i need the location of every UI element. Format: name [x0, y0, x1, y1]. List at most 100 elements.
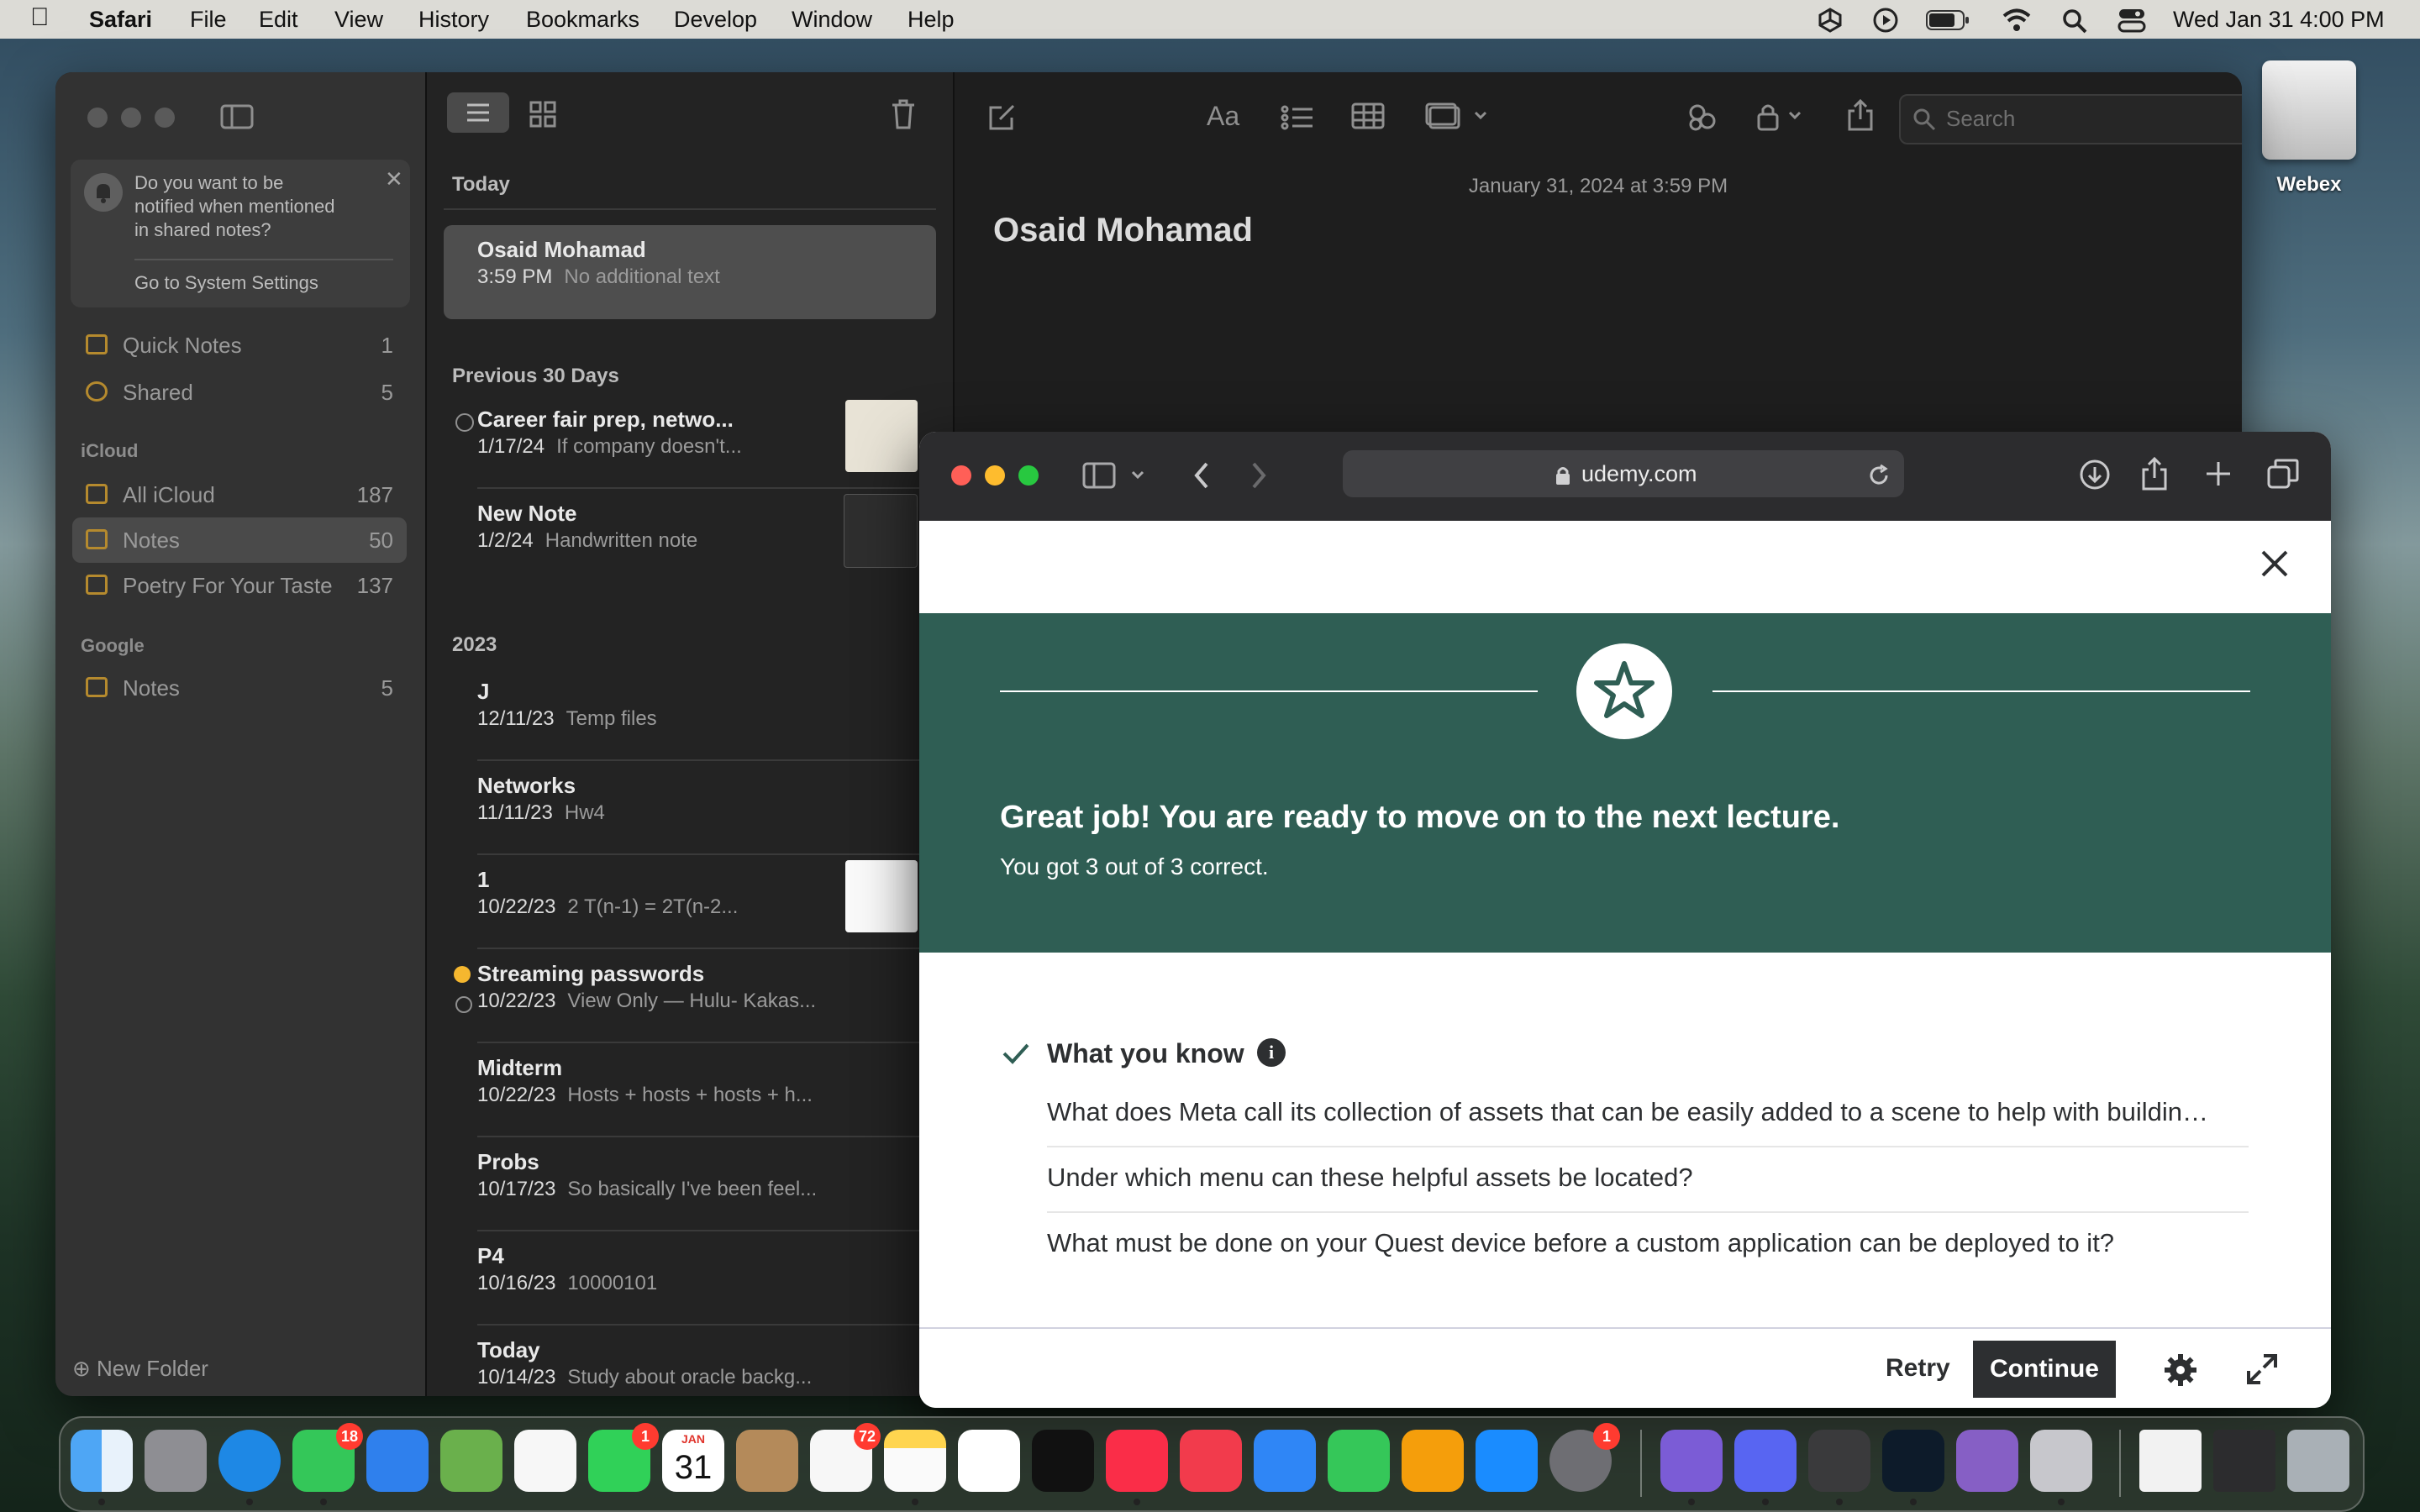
system-settings-icon[interactable]: 1	[1549, 1423, 1620, 1492]
webex-disk-label[interactable]: Webex	[2235, 173, 2383, 197]
gallery-view-icon[interactable]	[529, 101, 556, 128]
sidebar-item-notes-selected[interactable]: Notes 50	[72, 517, 407, 563]
lock-icon[interactable]	[1756, 101, 1807, 131]
note-item[interactable]: New Note 1/2/24 Handwritten note	[444, 489, 936, 583]
window-close-button[interactable]	[87, 108, 108, 128]
list-view-button[interactable]	[447, 92, 509, 133]
menu-file[interactable]: File	[190, 7, 227, 33]
question-row[interactable]: Under which menu can these helpful asset…	[1047, 1147, 2249, 1213]
music-icon[interactable]	[1106, 1430, 1168, 1492]
sidebar-item-google-notes[interactable]: Notes 5	[72, 665, 407, 711]
note-item[interactable]: Midterm 10/22/23 Hosts + hosts + hosts + …	[444, 1043, 936, 1137]
table-icon[interactable]	[1351, 102, 1385, 129]
note-item[interactable]: J 12/11/23 Temp files	[444, 667, 936, 761]
numbers-icon[interactable]	[1328, 1430, 1390, 1492]
disk-utility-icon[interactable]	[2030, 1430, 2092, 1492]
window-zoom-button[interactable]	[155, 108, 175, 128]
note-title[interactable]: Osaid Mohamad	[993, 212, 1253, 249]
note-item[interactable]: 1 10/22/23 2 T(n-1) = 2T(n-2...	[444, 855, 936, 949]
wifi-icon[interactable]	[2002, 7, 2032, 32]
safari-icon[interactable]	[218, 1430, 281, 1492]
new-folder-button[interactable]: ⊕ New Folder	[72, 1356, 208, 1382]
messages-icon[interactable]: 18	[292, 1423, 363, 1492]
keynote-icon[interactable]	[1254, 1430, 1316, 1492]
compose-icon[interactable]	[988, 102, 1017, 131]
menu-develop[interactable]: Develop	[674, 7, 757, 33]
github-desktop-icon[interactable]	[1660, 1430, 1723, 1492]
sidebar-item-shared[interactable]: Shared 5	[72, 370, 407, 415]
note-item-selected[interactable]: Osaid Mohamad 3:59 PM No additional text	[444, 225, 936, 319]
menu-edit[interactable]: Edit	[259, 7, 298, 33]
new-tab-icon[interactable]	[2205, 460, 2232, 487]
address-bar[interactable]: udemy.com	[1343, 450, 1904, 497]
unity-hub-icon[interactable]	[1808, 1430, 1870, 1492]
finder-icon[interactable]	[71, 1430, 133, 1492]
share-icon[interactable]	[1847, 99, 1874, 131]
calendar-icon[interactable]: JAN 31	[662, 1430, 724, 1492]
close-notification-icon[interactable]: ✕	[385, 166, 403, 192]
reminders-icon[interactable]: 72	[810, 1423, 881, 1492]
note-item[interactable]: Today 10/14/23 Study about oracle backg..…	[444, 1326, 936, 1396]
google-header[interactable]: Google	[81, 635, 145, 657]
maps-icon[interactable]	[440, 1430, 502, 1492]
facetime-icon[interactable]: 1	[588, 1423, 659, 1492]
menu-app-name[interactable]: Safari	[89, 7, 152, 33]
note-item[interactable]: Networks 11/11/23 Hw4	[444, 761, 936, 855]
note-item[interactable]: Probs 10/17/23 So basically I've been fee…	[444, 1137, 936, 1231]
close-icon[interactable]	[2260, 549, 2289, 578]
continue-button[interactable]: Continue	[1973, 1341, 2116, 1398]
discord-icon[interactable]	[1734, 1430, 1797, 1492]
window-zoom-button[interactable]	[1018, 465, 1039, 486]
trash-icon[interactable]	[891, 99, 916, 129]
sidebar-item-all-icloud[interactable]: All iCloud 187	[72, 472, 407, 517]
gear-icon[interactable]	[2163, 1352, 2198, 1388]
window-minimize-button[interactable]	[121, 108, 141, 128]
news-icon[interactable]	[1180, 1430, 1242, 1492]
expand-icon[interactable]	[2245, 1352, 2279, 1386]
forward-icon[interactable]	[1249, 460, 1269, 491]
tab-overview-icon[interactable]	[2267, 459, 2299, 489]
note-item[interactable]: P4 10/16/23 10000101	[444, 1231, 936, 1326]
sidebar-item-poetry[interactable]: Poetry For Your Taste 137	[72, 563, 407, 608]
go-to-system-settings-link[interactable]: Go to System Settings	[134, 272, 318, 294]
format-text-icon[interactable]: Aa	[1207, 101, 1239, 132]
webex-disk-icon[interactable]	[2262, 60, 2356, 160]
search-input[interactable]: Search	[1899, 94, 2242, 144]
checklist-icon[interactable]	[1281, 104, 1314, 131]
menu-bookmarks[interactable]: Bookmarks	[526, 7, 639, 33]
icloud-header[interactable]: iCloud	[81, 440, 138, 462]
sidebar-toggle-icon[interactable]	[1082, 462, 1150, 489]
collaborate-icon[interactable]	[1686, 101, 1719, 134]
downloads-icon[interactable]	[2079, 459, 2111, 491]
trash-icon[interactable]	[2287, 1430, 2349, 1492]
play-status-icon[interactable]	[1872, 7, 1899, 34]
sidebar-item-quick-notes[interactable]: Quick Notes 1	[72, 323, 407, 368]
menubar-clock[interactable]: Wed Jan 31 4:00 PM	[2173, 7, 2385, 33]
contacts-icon[interactable]	[736, 1430, 798, 1492]
back-icon[interactable]	[1192, 460, 1212, 491]
control-center-icon[interactable]	[2118, 7, 2146, 34]
apple-tv-icon[interactable]	[1032, 1430, 1094, 1492]
freeform-icon[interactable]	[958, 1430, 1020, 1492]
menu-window[interactable]: Window	[792, 7, 872, 33]
menu-view[interactable]: View	[334, 7, 383, 33]
window-minimize-button[interactable]	[985, 465, 1005, 486]
retry-button[interactable]: Retry	[1886, 1354, 1950, 1383]
reload-icon[interactable]	[1867, 464, 1891, 487]
webex-icon[interactable]	[1882, 1430, 1944, 1492]
pages-icon[interactable]	[1402, 1430, 1464, 1492]
visual-studio-icon[interactable]	[1956, 1430, 2018, 1492]
question-row[interactable]: What must be done on your Quest device b…	[1047, 1213, 2249, 1277]
battery-icon[interactable]	[1926, 10, 1970, 30]
launchpad-icon[interactable]	[145, 1430, 207, 1492]
sidebar-toggle-icon[interactable]	[220, 104, 254, 129]
menu-history[interactable]: History	[418, 7, 489, 33]
photos-icon[interactable]	[514, 1430, 576, 1492]
notes-icon[interactable]	[884, 1430, 946, 1492]
note-item[interactable]: Career fair prep, netwo... 1/17/24 If com…	[444, 395, 936, 489]
mail-icon[interactable]	[366, 1430, 429, 1492]
question-row[interactable]: What does Meta call its collection of as…	[1047, 1082, 2249, 1147]
document-icon[interactable]	[2139, 1430, 2202, 1492]
share-icon[interactable]	[2141, 457, 2168, 491]
menu-help[interactable]: Help	[908, 7, 955, 33]
